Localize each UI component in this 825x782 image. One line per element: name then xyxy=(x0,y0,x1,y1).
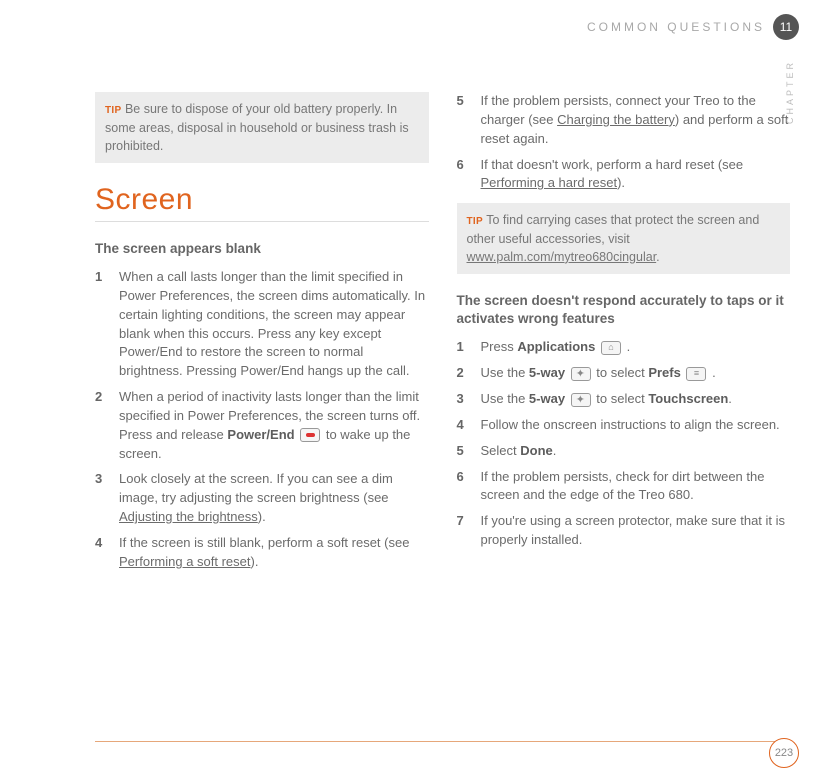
step-number: 5 xyxy=(457,92,471,149)
list-item: 2 When a period of inactivity lasts long… xyxy=(95,388,429,463)
tip-label: TIP xyxy=(105,105,121,116)
step-number: 1 xyxy=(457,338,471,357)
right-column: 5 If the problem persists, connect your … xyxy=(457,92,791,710)
link-palm-url[interactable]: www.palm.com/mytreo680cingular xyxy=(467,250,657,264)
step-text: If that doesn't work, perform a hard res… xyxy=(481,156,791,194)
list-item: 2 Use the 5-way to select Prefs ≡ . xyxy=(457,364,791,383)
link-soft-reset[interactable]: Performing a soft reset xyxy=(119,554,251,569)
subhead-blank: The screen appears blank xyxy=(95,240,429,258)
list-item: 5 Select Done. xyxy=(457,442,791,461)
list-item: 6 If the problem persists, check for dir… xyxy=(457,468,791,506)
list-item: 1 When a call lasts longer than the limi… xyxy=(95,268,429,381)
left-column: TIP Be sure to dispose of your old batte… xyxy=(95,92,429,710)
page-number-badge: 223 xyxy=(769,738,799,768)
step-text: Use the 5-way to select Prefs ≡ . xyxy=(481,364,791,383)
list-touch: 1 Press Applications ⌂ . 2 Use the 5-way… xyxy=(457,338,791,550)
step-text: Follow the onscreen instructions to alig… xyxy=(481,416,791,435)
step-text: If the problem persists, connect your Tr… xyxy=(481,92,791,149)
tip-box-accessories: TIP To find carrying cases that protect … xyxy=(457,203,791,274)
step-number: 2 xyxy=(95,388,109,463)
list-item: 7 If you're using a screen protector, ma… xyxy=(457,512,791,550)
step-number: 7 xyxy=(457,512,471,550)
applications-icon: ⌂ xyxy=(601,341,621,355)
link-adjust-brightness[interactable]: Adjusting the brightness xyxy=(119,509,258,524)
footer-rule xyxy=(95,741,790,742)
chapter-number-badge: 11 xyxy=(773,14,799,40)
tip-label: TIP xyxy=(467,216,483,227)
list-item: 3 Use the 5-way to select Touchscreen. xyxy=(457,390,791,409)
step-text: When a call lasts longer than the limit … xyxy=(119,268,429,381)
step-number: 3 xyxy=(95,470,109,527)
prefs-icon: ≡ xyxy=(686,367,706,381)
list-item: 3 Look closely at the screen. If you can… xyxy=(95,470,429,527)
tip-text-pre: To find carrying cases that protect the … xyxy=(467,213,760,246)
list-item: 6 If that doesn't work, perform a hard r… xyxy=(457,156,791,194)
link-charging-battery[interactable]: Charging the battery xyxy=(557,112,675,127)
step-number: 5 xyxy=(457,442,471,461)
step-text: If the screen is still blank, perform a … xyxy=(119,534,429,572)
list-screen-blank-cont: 5 If the problem persists, connect your … xyxy=(457,92,791,193)
list-item: 4 If the screen is still blank, perform … xyxy=(95,534,429,572)
chapter-side-label: CHAPTER xyxy=(785,60,795,124)
step-text: Select Done. xyxy=(481,442,791,461)
step-number: 6 xyxy=(457,156,471,194)
section-heading-screen: Screen xyxy=(95,183,429,222)
step-text: If you're using a screen protector, make… xyxy=(481,512,791,550)
link-hard-reset[interactable]: Performing a hard reset xyxy=(481,175,618,190)
five-way-icon xyxy=(571,367,591,381)
list-screen-blank: 1 When a call lasts longer than the limi… xyxy=(95,268,429,572)
step-number: 4 xyxy=(457,416,471,435)
step-text: Press Applications ⌂ . xyxy=(481,338,791,357)
content-columns: TIP Be sure to dispose of your old batte… xyxy=(95,92,790,710)
step-text: If the problem persists, check for dirt … xyxy=(481,468,791,506)
step-text: Look closely at the screen. If you can s… xyxy=(119,470,429,527)
step-number: 1 xyxy=(95,268,109,381)
tip-box-battery: TIP Be sure to dispose of your old batte… xyxy=(95,92,429,163)
step-text: When a period of inactivity lasts longer… xyxy=(119,388,429,463)
tip-text-post: . xyxy=(656,250,659,264)
power-end-icon xyxy=(300,428,320,442)
step-number: 4 xyxy=(95,534,109,572)
header-section: COMMON QUESTIONS xyxy=(587,20,765,34)
step-text: Use the 5-way to select Touchscreen. xyxy=(481,390,791,409)
subhead-touch: The screen doesn't respond accurately to… xyxy=(457,292,791,328)
five-way-icon xyxy=(571,393,591,407)
step-number: 6 xyxy=(457,468,471,506)
list-item: 1 Press Applications ⌂ . xyxy=(457,338,791,357)
list-item: 5 If the problem persists, connect your … xyxy=(457,92,791,149)
tip-text: Be sure to dispose of your old battery p… xyxy=(105,102,409,153)
list-item: 4 Follow the onscreen instructions to al… xyxy=(457,416,791,435)
page: COMMON QUESTIONS 11 CHAPTER TIP Be sure … xyxy=(0,0,825,782)
step-number: 2 xyxy=(457,364,471,383)
step-number: 3 xyxy=(457,390,471,409)
